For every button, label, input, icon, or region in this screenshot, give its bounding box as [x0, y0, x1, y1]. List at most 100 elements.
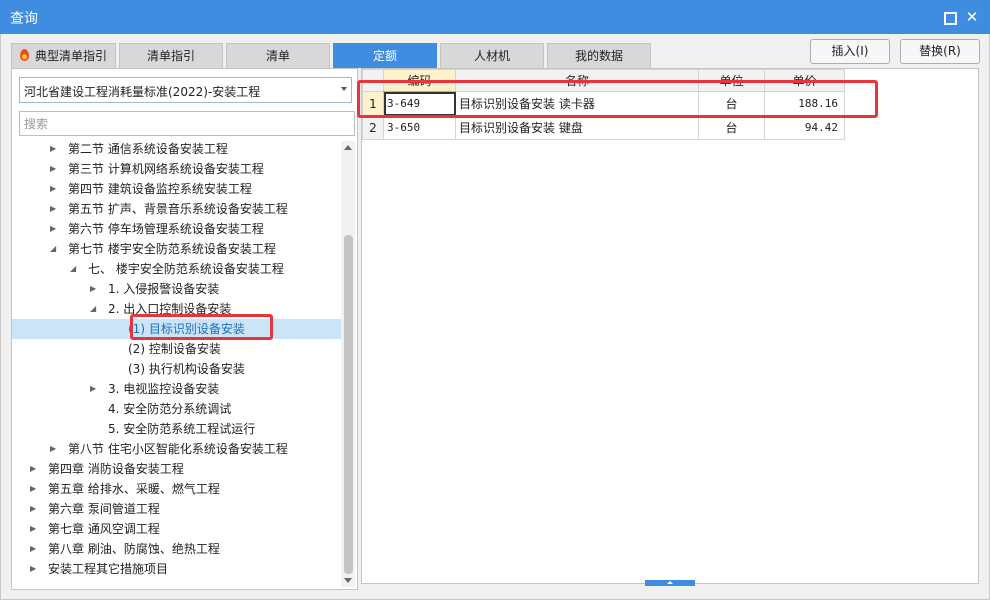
- chevron-right-icon[interactable]: ▶: [50, 139, 60, 159]
- tree-node-label: 第二节 通信系统设备安装工程: [68, 142, 228, 156]
- tab-labor-material-machine[interactable]: 人材机: [440, 43, 544, 68]
- chevron-down-icon[interactable]: ◢: [50, 239, 60, 259]
- table-row[interactable]: 2 3-650 目标识别设备安装 键盘 台 94.42: [362, 115, 845, 140]
- tree-node[interactable]: ▶ 第三节 计算机网络系统设备安装工程: [12, 159, 342, 179]
- tree-node[interactable]: ▶ 第八节 住宅小区智能化系统设备安装工程: [12, 439, 342, 459]
- chevron-down-icon[interactable]: ◢: [90, 299, 100, 319]
- tab-label: 清单指引: [146, 49, 195, 63]
- tree-node[interactable]: ▶ 安装工程其它措施项目: [12, 559, 342, 579]
- tree-node[interactable]: ▶ 1. 入侵报警设备安装: [12, 279, 342, 299]
- tab-label: 我的数据: [574, 49, 623, 63]
- tree-node[interactable]: ▶ 第四章 消防设备安装工程: [12, 459, 342, 479]
- tree-node[interactable]: (3) 执行机构设备安装: [12, 359, 342, 379]
- tree-node[interactable]: 4. 安全防范分系统调试: [12, 399, 342, 419]
- tree-node[interactable]: ▶ 第八章 刷油、防腐蚀、绝热工程: [12, 539, 342, 559]
- chevron-right-icon[interactable]: ▶: [30, 539, 40, 559]
- tree-node-label: 七、 楼宇安全防范系统设备安装工程: [88, 262, 284, 276]
- tree-node-label: 第五节 扩声、背景音乐系统设备安装工程: [68, 202, 288, 216]
- tree-node[interactable]: ▶ 3. 电视监控设备安装: [12, 379, 342, 399]
- tree-node-label: 第八章 刷油、防腐蚀、绝热工程: [48, 542, 220, 556]
- tab-label: 清单: [265, 49, 290, 63]
- tree-node[interactable]: ▶ 第七章 通风空调工程: [12, 519, 342, 539]
- tree-node[interactable]: (1) 目标识别设备安装: [12, 319, 342, 339]
- tab-quota[interactable]: 定额: [333, 43, 437, 68]
- column-header-price[interactable]: 单价: [764, 69, 845, 92]
- tab-my-data[interactable]: 我的数据: [547, 43, 651, 68]
- library-panel: 河北省建设工程消耗量标准(2022)-安装工程 ▶第二节 通信系统设备安装工程▶…: [11, 68, 358, 590]
- chevron-right-icon[interactable]: ▶: [30, 519, 40, 539]
- code-cell[interactable]: 3-649: [383, 91, 456, 116]
- tree-node[interactable]: ◢ 2. 出入口控制设备安装: [12, 299, 342, 319]
- library-select[interactable]: 河北省建设工程消耗量标准(2022)-安装工程: [19, 77, 352, 103]
- scroll-down-icon[interactable]: [344, 578, 352, 583]
- chevron-down-icon[interactable]: ◢: [70, 259, 80, 279]
- tree-node[interactable]: ▶ 第四节 建筑设备监控系统安装工程: [12, 179, 342, 199]
- chevron-right-icon[interactable]: ▶: [30, 499, 40, 519]
- tab-label: 定额: [372, 49, 397, 63]
- replace-button[interactable]: 替换(R): [900, 39, 980, 64]
- tab-list-guide[interactable]: 清单指引: [119, 43, 223, 68]
- code-cell[interactable]: 3-650: [383, 115, 456, 140]
- price-cell[interactable]: 94.42: [764, 115, 845, 140]
- column-header-code[interactable]: 编码: [383, 69, 456, 93]
- chevron-right-icon[interactable]: ▶: [30, 559, 40, 579]
- tree-node[interactable]: ◢ 第七节 楼宇安全防范系统设备安装工程: [12, 239, 342, 259]
- unit-cell[interactable]: 台: [698, 115, 765, 140]
- tree-node-label: 4. 安全防范分系统调试: [108, 402, 232, 416]
- quota-table: 编码 名称 单位 单价 1 3-649 目标识别设备安装 读卡器 台 188.1…: [362, 69, 845, 140]
- chevron-right-icon[interactable]: ▶: [50, 219, 60, 239]
- chevron-right-icon[interactable]: ▶: [50, 439, 60, 459]
- tree-node[interactable]: ▶ 第五节 扩声、背景音乐系统设备安装工程: [12, 199, 342, 219]
- row-number: 2: [362, 115, 384, 140]
- chevron-right-icon[interactable]: ▶: [90, 379, 100, 399]
- tab-label: 典型清单指引: [34, 49, 107, 63]
- tab-typical-list-guide[interactable]: 典型清单指引: [11, 43, 116, 68]
- scroll-up-icon[interactable]: [344, 145, 352, 150]
- chapter-tree: ▶ 第二节 通信系统设备安装工程 ▶ 第三节 计算机网络系统设备安装工程 ▶ 第四节 建筑…: [12, 139, 342, 589]
- tab-list[interactable]: 清单: [226, 43, 330, 68]
- column-header-unit[interactable]: 单位: [698, 69, 765, 92]
- window-title: 查询: [10, 11, 38, 27]
- tree-node-label: 第五章 给排水、采暖、燃气工程: [48, 482, 220, 496]
- tree-node[interactable]: 5. 安全防范系统工程试运行: [12, 419, 342, 439]
- panel-collapse-handle[interactable]: [645, 580, 695, 586]
- chevron-right-icon[interactable]: ▶: [90, 279, 100, 299]
- tree-node-label: 第六节 停车场管理系统设备安装工程: [68, 222, 264, 236]
- close-icon[interactable]: ✕: [963, 8, 981, 26]
- chevron-right-icon[interactable]: ▶: [30, 479, 40, 499]
- tree-node-label: 安装工程其它措施项目: [48, 562, 169, 576]
- maximize-icon[interactable]: [940, 8, 958, 26]
- row-number: 1: [362, 91, 384, 116]
- tree-node[interactable]: (2) 控制设备安装: [12, 339, 342, 359]
- tree-node-label: 第八节 住宅小区智能化系统设备安装工程: [68, 442, 288, 456]
- name-cell[interactable]: 目标识别设备安装 键盘: [455, 115, 699, 140]
- tree-node-label: (3) 执行机构设备安装: [128, 362, 245, 376]
- tree-node[interactable]: ◢ 七、 楼宇安全防范系统设备安装工程: [12, 259, 342, 279]
- tree-node[interactable]: ▶ 第六节 停车场管理系统设备安装工程: [12, 219, 342, 239]
- chevron-right-icon[interactable]: ▶: [50, 199, 60, 219]
- unit-cell[interactable]: 台: [698, 91, 765, 116]
- tree-node-label: 5. 安全防范系统工程试运行: [108, 422, 256, 436]
- tree-node[interactable]: ▶ 第五章 给排水、采暖、燃气工程: [12, 479, 342, 499]
- chevron-right-icon[interactable]: ▶: [50, 159, 60, 179]
- chevron-right-icon[interactable]: ▶: [30, 459, 40, 479]
- tree-node-label: 2. 出入口控制设备安装: [108, 302, 232, 316]
- title-bar: 查询 ✕: [0, 0, 990, 34]
- scroll-thumb[interactable]: [344, 235, 353, 574]
- tree-node-label: 第六章 泵间管道工程: [48, 502, 160, 516]
- table-row[interactable]: 1 3-649 目标识别设备安装 读卡器 台 188.16: [362, 91, 845, 116]
- insert-button[interactable]: 插入(I): [810, 39, 890, 64]
- price-cell[interactable]: 188.16: [764, 91, 845, 116]
- tree-scrollbar[interactable]: [341, 141, 355, 587]
- tree-node-label: 第七章 通风空调工程: [48, 522, 160, 536]
- row-number-header: [362, 69, 384, 92]
- tree-node[interactable]: ▶ 第六章 泵间管道工程: [12, 499, 342, 519]
- tree-node-label: 第四节 建筑设备监控系统安装工程: [68, 182, 252, 196]
- tree-node[interactable]: ▶ 第二节 通信系统设备安装工程: [12, 139, 342, 159]
- name-cell[interactable]: 目标识别设备安装 读卡器: [455, 91, 699, 116]
- search-input[interactable]: [19, 111, 355, 136]
- quota-grid-panel: 编码 名称 单位 单价 1 3-649 目标识别设备安装 读卡器 台 188.1…: [361, 68, 979, 584]
- chevron-right-icon[interactable]: ▶: [50, 179, 60, 199]
- column-header-name[interactable]: 名称: [455, 69, 699, 92]
- tree-node-label: 第三节 计算机网络系统设备安装工程: [68, 162, 264, 176]
